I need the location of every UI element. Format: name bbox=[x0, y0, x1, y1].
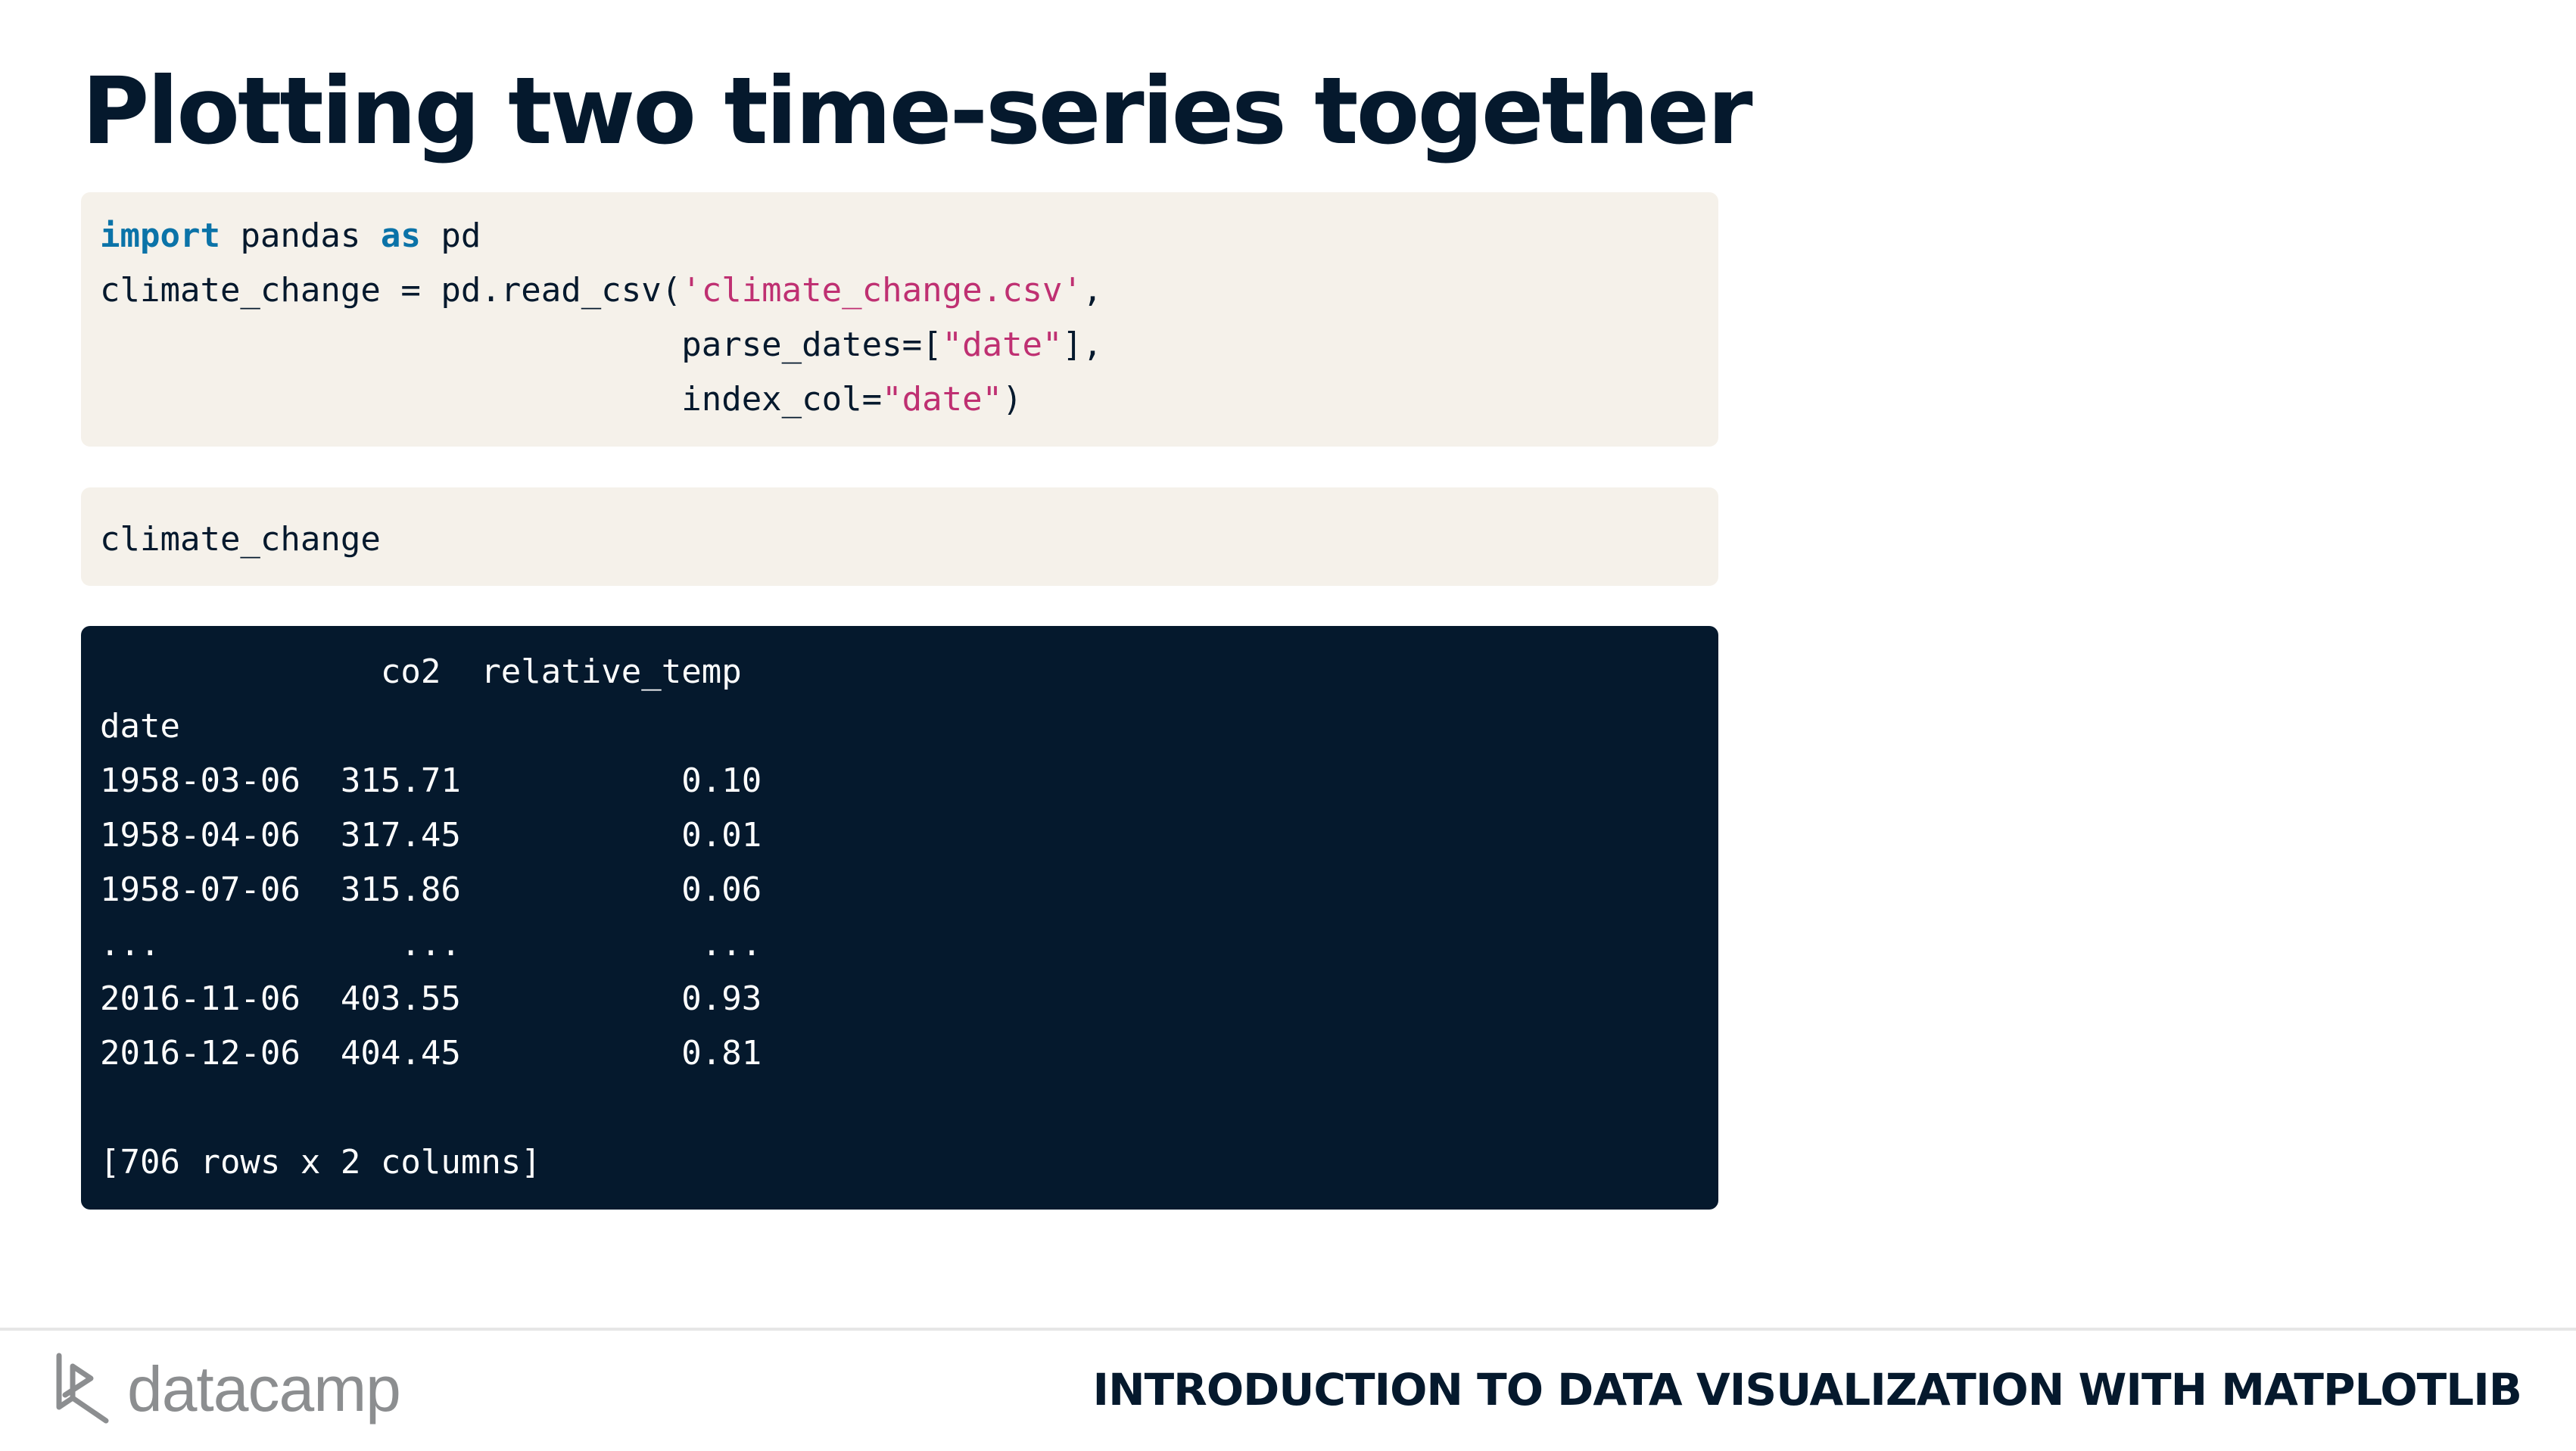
module-name: pandas bbox=[220, 216, 381, 255]
parse-dates-arg: parse_dates=[ bbox=[100, 325, 942, 364]
keyword-import: import bbox=[100, 216, 220, 255]
output-row: 2016-12-06 404.45 0.81 bbox=[100, 1034, 762, 1073]
parse-dates-close: ], bbox=[1062, 325, 1103, 364]
code-line-variable: climate_change bbox=[100, 520, 381, 559]
index-col-arg: index_col= bbox=[100, 380, 883, 419]
output-row: 1958-03-06 315.71 0.10 bbox=[100, 761, 762, 800]
read-csv-comma: , bbox=[1082, 271, 1103, 310]
datacamp-logo: datacamp bbox=[53, 1344, 401, 1434]
datacamp-logo-icon bbox=[56, 1353, 109, 1424]
output-index-name: date bbox=[100, 707, 180, 746]
keyword-as: as bbox=[380, 216, 421, 255]
code-line-index-col: index_col="date") bbox=[100, 372, 1023, 427]
index-col-string: "date" bbox=[882, 380, 1003, 419]
read-csv-call: climate_change = pd.read_csv( bbox=[100, 271, 682, 310]
code-line-parse-dates: parse_dates=["date"], bbox=[100, 318, 1103, 372]
course-title: INTRODUCTION TO DATA VISUALIZATION WITH … bbox=[1092, 1364, 2522, 1415]
output-row: 2016-11-06 403.55 0.93 bbox=[100, 979, 762, 1018]
output-row: 1958-04-06 317.45 0.01 bbox=[100, 816, 762, 855]
output-summary: [706 rows x 2 columns] bbox=[100, 1143, 541, 1182]
index-col-close: ) bbox=[1002, 380, 1023, 419]
footer-divider bbox=[0, 1328, 2576, 1331]
parse-dates-string: "date" bbox=[942, 325, 1063, 364]
csv-filename-string: 'climate_change.csv' bbox=[681, 271, 1083, 310]
module-alias: pd bbox=[420, 216, 481, 255]
code-line-read-csv: climate_change = pd.read_csv('climate_ch… bbox=[100, 263, 1103, 318]
output-header: co2 relative_temp bbox=[100, 652, 742, 691]
slide-title: Plotting two time-series together bbox=[82, 58, 1753, 165]
brand-wordmark: datacamp bbox=[127, 1353, 401, 1425]
code-line-import: import pandas as pd bbox=[100, 209, 481, 263]
output-row: 1958-07-06 315.86 0.06 bbox=[100, 870, 762, 909]
output-row-ellipsis: ... ... ... bbox=[100, 925, 762, 964]
